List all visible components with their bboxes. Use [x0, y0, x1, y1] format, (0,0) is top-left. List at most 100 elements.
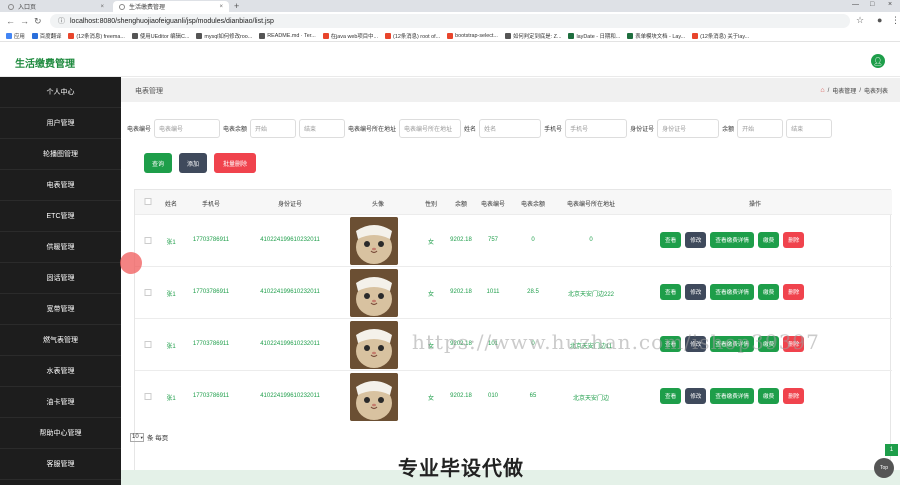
- cell-idcard: 410224199610232011: [260, 393, 320, 399]
- bookmark-item[interactable]: mysql如何修改roo...: [196, 32, 252, 40]
- cell-address: 北京天安门边222: [567, 292, 615, 298]
- sidebar-item[interactable]: 油卡管理: [0, 387, 121, 418]
- delete-button[interactable]: 删除: [783, 284, 805, 300]
- caption-overlay: 专业毕设代做: [398, 458, 524, 480]
- batch-delete-button[interactable]: 批量删除: [214, 153, 256, 173]
- bookmark-favicon-icon: [692, 32, 699, 39]
- sidebar-item[interactable]: 个人中心: [0, 77, 121, 108]
- browser-tab-1[interactable]: 入口页 ×: [2, 1, 110, 12]
- cell-meter-balance: 28.5: [527, 289, 539, 295]
- close-window-icon[interactable]: ×: [888, 1, 892, 8]
- user-avatar-button[interactable]: 👤︎: [871, 54, 885, 68]
- browser-tab-label: 生活缴费管理: [129, 5, 166, 11]
- query-button[interactable]: 查询: [144, 153, 172, 173]
- search-input[interactable]: 结束: [786, 119, 833, 138]
- delete-button[interactable]: 删除: [783, 388, 805, 404]
- edit-button[interactable]: 修改: [685, 388, 707, 404]
- toolbar: 查询 添加 批量删除: [144, 153, 256, 173]
- bookmark-item[interactable]: 表单模块文档 - Lay...: [627, 32, 685, 40]
- pay-button[interactable]: 缴费: [757, 284, 780, 300]
- avatar: [350, 373, 398, 421]
- search-input[interactable]: 开始: [250, 119, 297, 138]
- bookmark-item[interactable]: 应用: [6, 32, 25, 40]
- bookmark-item[interactable]: layDate - 日期和...: [568, 32, 620, 40]
- column-header: 操作: [748, 202, 762, 208]
- home-icon[interactable]: ⌂: [820, 87, 824, 94]
- select-all-checkbox[interactable]: [144, 198, 152, 205]
- bookmark-item[interactable]: 百度翻译: [31, 32, 61, 40]
- cell-idcard: 410224199610232011: [260, 289, 320, 295]
- star-icon[interactable]: ☆: [856, 15, 864, 26]
- sidebar-item[interactable]: 供暖管理: [0, 232, 121, 263]
- search-input[interactable]: 姓名: [479, 119, 542, 138]
- column-header: 电表编号所在地址: [566, 202, 616, 208]
- bookmark-item[interactable]: 如何判定到底是: Z...: [504, 32, 561, 40]
- new-tab-button[interactable]: +: [234, 1, 239, 11]
- close-icon[interactable]: ×: [219, 4, 223, 10]
- cell-name: 张1: [166, 292, 176, 298]
- search-input[interactable]: 结束: [299, 119, 346, 138]
- sidebar-item[interactable]: 燃气表管理: [0, 325, 121, 356]
- account-icon[interactable]: ●: [877, 15, 882, 25]
- search-input[interactable]: 身份证号: [657, 119, 720, 138]
- view-payment-button[interactable]: 查看缴费详情: [710, 284, 754, 300]
- edit-button[interactable]: 修改: [685, 284, 707, 300]
- row-checkbox[interactable]: [144, 237, 152, 244]
- sidebar-item[interactable]: 固话管理: [0, 263, 121, 294]
- sidebar-item[interactable]: 帮助中心管理: [0, 418, 121, 449]
- sidebar-item[interactable]: 宽带管理: [0, 294, 121, 325]
- address-bar: ← → ↻ ⓘ localhost:8080/shenghuojiaofeigu…: [0, 12, 900, 30]
- bookmark-item[interactable]: (12条消息) 关于lay...: [692, 32, 749, 40]
- search-input[interactable]: 电表编号所在地址: [399, 119, 462, 138]
- browser-tabstrip: 入口页 × 生活缴费管理 × + — □ ×: [0, 0, 900, 12]
- browser-tab-2[interactable]: 生活缴费管理 ×: [113, 1, 229, 12]
- page-number-badge[interactable]: 1: [885, 444, 898, 456]
- bookmark-item[interactable]: README.md · Ter...: [259, 32, 316, 39]
- bookmark-item[interactable]: (12条消息) root of...: [385, 32, 440, 40]
- view-button[interactable]: 查看: [660, 388, 682, 404]
- sidebar-item[interactable]: 轮播图管理: [0, 139, 121, 170]
- minimize-icon[interactable]: —: [852, 1, 859, 8]
- sidebar-item[interactable]: 电表管理: [0, 170, 121, 201]
- view-payment-button[interactable]: 查看缴费详情: [710, 388, 754, 404]
- back-arrow-icon[interactable]: ←: [6, 15, 15, 27]
- forward-arrow-icon[interactable]: →: [20, 15, 29, 27]
- url-input[interactable]: ⓘ localhost:8080/shenghuojiaofeiguanli/j…: [50, 14, 850, 28]
- search-input[interactable]: 开始: [737, 119, 784, 138]
- sidebar-item[interactable]: ETC管理: [0, 201, 121, 232]
- row-checkbox[interactable]: [144, 289, 152, 296]
- reload-icon[interactable]: ↻: [34, 15, 42, 27]
- view-button[interactable]: 查看: [660, 232, 682, 248]
- row-checkbox[interactable]: [144, 393, 152, 400]
- bookmark-favicon-icon: [259, 32, 266, 39]
- breadcrumb-item[interactable]: 电表管理: [832, 86, 856, 95]
- search-input[interactable]: 手机号: [565, 119, 628, 138]
- avatar: [350, 269, 398, 317]
- back-to-top-button[interactable]: Top: [874, 458, 894, 478]
- cell-name: 张1: [166, 240, 176, 246]
- column-header: 余额: [454, 202, 468, 208]
- add-button[interactable]: 添加: [179, 153, 207, 173]
- bookmark-item[interactable]: 在java web项目中...: [322, 32, 378, 40]
- view-payment-button[interactable]: 查看缴费详情: [710, 232, 754, 248]
- row-checkbox[interactable]: [144, 341, 152, 348]
- sidebar-item[interactable]: 水表管理: [0, 356, 121, 387]
- sidebar-item[interactable]: 客服管理: [0, 449, 121, 480]
- search-input[interactable]: 电表编号: [154, 119, 221, 138]
- cell-gender: 女: [427, 396, 435, 402]
- pay-button[interactable]: 缴费: [757, 232, 780, 248]
- edit-button[interactable]: 修改: [685, 232, 707, 248]
- sidebar-item[interactable]: 用户管理: [0, 108, 121, 139]
- page-size-select[interactable]: 10 ▼: [130, 432, 144, 442]
- view-button[interactable]: 查看: [660, 284, 682, 300]
- close-icon[interactable]: ×: [100, 4, 104, 10]
- menu-dots-icon[interactable]: ⋮: [891, 15, 900, 26]
- main-content: 电表管理 ⌂ / 电表管理 / 电表列表 电表编号 电表编号 电表余额 开始 结束 电表编…: [121, 78, 900, 485]
- bookmark-item[interactable]: 使用UEditor 编辑C...: [131, 32, 189, 40]
- bookmark-favicon-icon: [6, 32, 12, 39]
- maximize-icon[interactable]: □: [870, 1, 874, 8]
- delete-button[interactable]: 删除: [783, 232, 805, 248]
- pay-button[interactable]: 缴费: [757, 388, 780, 404]
- bookmark-item[interactable]: bootstrap-select...: [447, 32, 498, 39]
- bookmark-item[interactable]: (12条消息) freema...: [68, 32, 125, 40]
